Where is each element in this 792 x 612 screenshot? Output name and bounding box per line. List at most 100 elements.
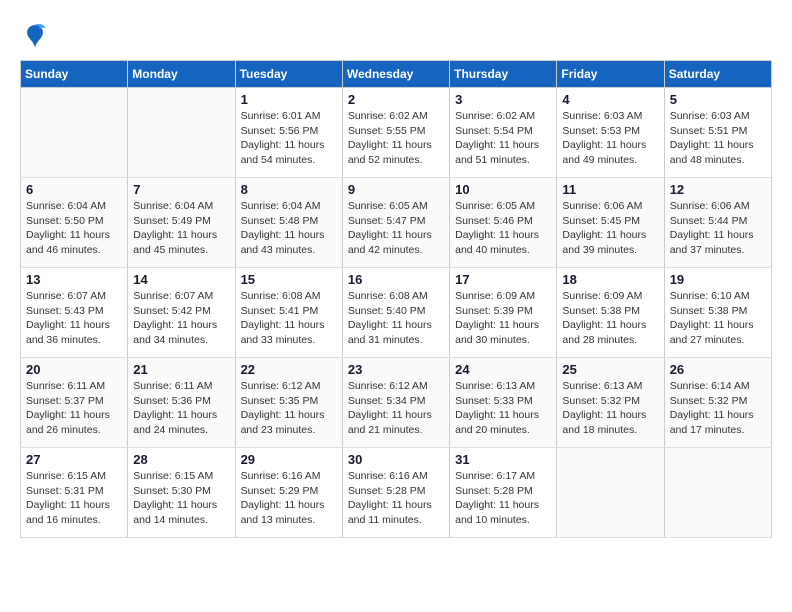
day-info: Sunrise: 6:11 AMSunset: 5:36 PMDaylight:… <box>133 379 229 438</box>
calendar-day: 23 Sunrise: 6:12 AMSunset: 5:34 PMDayligh… <box>342 358 449 448</box>
calendar-day: 31 Sunrise: 6:17 AMSunset: 5:28 PMDayligh… <box>450 448 557 538</box>
calendar-week-1: 6 Sunrise: 6:04 AMSunset: 5:50 PMDaylight… <box>21 178 772 268</box>
day-info: Sunrise: 6:05 AMSunset: 5:46 PMDaylight:… <box>455 199 551 258</box>
calendar-day: 17 Sunrise: 6:09 AMSunset: 5:39 PMDayligh… <box>450 268 557 358</box>
day-info: Sunrise: 6:14 AMSunset: 5:32 PMDaylight:… <box>670 379 766 438</box>
header-row: SundayMondayTuesdayWednesdayThursdayFrid… <box>21 61 772 88</box>
calendar-day: 14 Sunrise: 6:07 AMSunset: 5:42 PMDayligh… <box>128 268 235 358</box>
day-number: 11 <box>562 182 658 197</box>
calendar-day: 11 Sunrise: 6:06 AMSunset: 5:45 PMDayligh… <box>557 178 664 268</box>
day-number: 1 <box>241 92 337 107</box>
day-number: 4 <box>562 92 658 107</box>
day-number: 28 <box>133 452 229 467</box>
day-info: Sunrise: 6:08 AMSunset: 5:41 PMDaylight:… <box>241 289 337 348</box>
header-cell-monday: Monday <box>128 61 235 88</box>
day-info: Sunrise: 6:12 AMSunset: 5:35 PMDaylight:… <box>241 379 337 438</box>
day-number: 24 <box>455 362 551 377</box>
calendar-body: 1 Sunrise: 6:01 AMSunset: 5:56 PMDaylight… <box>21 88 772 538</box>
calendar-day: 20 Sunrise: 6:11 AMSunset: 5:37 PMDayligh… <box>21 358 128 448</box>
calendar-day: 3 Sunrise: 6:02 AMSunset: 5:54 PMDaylight… <box>450 88 557 178</box>
day-info: Sunrise: 6:15 AMSunset: 5:30 PMDaylight:… <box>133 469 229 528</box>
page-header <box>20 20 772 50</box>
calendar-day: 15 Sunrise: 6:08 AMSunset: 5:41 PMDayligh… <box>235 268 342 358</box>
day-number: 19 <box>670 272 766 287</box>
day-info: Sunrise: 6:09 AMSunset: 5:39 PMDaylight:… <box>455 289 551 348</box>
calendar-day: 25Sunrise: 6:13 AMSunset: 5:32 PMDayligh… <box>557 358 664 448</box>
calendar-day: 1 Sunrise: 6:01 AMSunset: 5:56 PMDaylight… <box>235 88 342 178</box>
day-info: Sunrise: 6:16 AMSunset: 5:29 PMDaylight:… <box>241 469 337 528</box>
day-info: Sunrise: 6:13 AMSunset: 5:33 PMDaylight:… <box>455 379 551 438</box>
day-number: 27 <box>26 452 122 467</box>
calendar-day: 19 Sunrise: 6:10 AMSunset: 5:38 PMDayligh… <box>664 268 771 358</box>
day-number: 14 <box>133 272 229 287</box>
calendar-day: 12Sunrise: 6:06 AMSunset: 5:44 PMDayligh… <box>664 178 771 268</box>
day-number: 3 <box>455 92 551 107</box>
logo <box>20 20 54 50</box>
day-number: 16 <box>348 272 444 287</box>
day-info: Sunrise: 6:15 AMSunset: 5:31 PMDaylight:… <box>26 469 122 528</box>
day-number: 6 <box>26 182 122 197</box>
day-number: 17 <box>455 272 551 287</box>
day-number: 10 <box>455 182 551 197</box>
day-info: Sunrise: 6:12 AMSunset: 5:34 PMDaylight:… <box>348 379 444 438</box>
calendar-day: 5 Sunrise: 6:03 AMSunset: 5:51 PMDaylight… <box>664 88 771 178</box>
day-info: Sunrise: 6:16 AMSunset: 5:28 PMDaylight:… <box>348 469 444 528</box>
day-info: Sunrise: 6:11 AMSunset: 5:37 PMDaylight:… <box>26 379 122 438</box>
day-info: Sunrise: 6:03 AMSunset: 5:53 PMDaylight:… <box>562 109 658 168</box>
calendar-table: SundayMondayTuesdayWednesdayThursdayFrid… <box>20 60 772 538</box>
day-info: Sunrise: 6:04 AMSunset: 5:50 PMDaylight:… <box>26 199 122 258</box>
day-number: 25 <box>562 362 658 377</box>
header-cell-friday: Friday <box>557 61 664 88</box>
calendar-day: 6 Sunrise: 6:04 AMSunset: 5:50 PMDaylight… <box>21 178 128 268</box>
day-number: 5 <box>670 92 766 107</box>
day-info: Sunrise: 6:10 AMSunset: 5:38 PMDaylight:… <box>670 289 766 348</box>
day-number: 20 <box>26 362 122 377</box>
header-cell-thursday: Thursday <box>450 61 557 88</box>
day-number: 31 <box>455 452 551 467</box>
day-number: 29 <box>241 452 337 467</box>
day-number: 7 <box>133 182 229 197</box>
day-info: Sunrise: 6:08 AMSunset: 5:40 PMDaylight:… <box>348 289 444 348</box>
calendar-day <box>557 448 664 538</box>
calendar-day: 26 Sunrise: 6:14 AMSunset: 5:32 PMDayligh… <box>664 358 771 448</box>
calendar-day: 29 Sunrise: 6:16 AMSunset: 5:29 PMDayligh… <box>235 448 342 538</box>
day-info: Sunrise: 6:02 AMSunset: 5:54 PMDaylight:… <box>455 109 551 168</box>
day-number: 13 <box>26 272 122 287</box>
header-cell-saturday: Saturday <box>664 61 771 88</box>
logo-icon <box>20 20 50 50</box>
day-info: Sunrise: 6:09 AMSunset: 5:38 PMDaylight:… <box>562 289 658 348</box>
day-info: Sunrise: 6:17 AMSunset: 5:28 PMDaylight:… <box>455 469 551 528</box>
calendar-week-3: 20 Sunrise: 6:11 AMSunset: 5:37 PMDayligh… <box>21 358 772 448</box>
calendar-week-0: 1 Sunrise: 6:01 AMSunset: 5:56 PMDaylight… <box>21 88 772 178</box>
day-info: Sunrise: 6:02 AMSunset: 5:55 PMDaylight:… <box>348 109 444 168</box>
calendar-day: 28 Sunrise: 6:15 AMSunset: 5:30 PMDayligh… <box>128 448 235 538</box>
day-info: Sunrise: 6:07 AMSunset: 5:43 PMDaylight:… <box>26 289 122 348</box>
day-number: 30 <box>348 452 444 467</box>
day-number: 26 <box>670 362 766 377</box>
day-number: 15 <box>241 272 337 287</box>
day-number: 9 <box>348 182 444 197</box>
day-number: 22 <box>241 362 337 377</box>
calendar-day <box>664 448 771 538</box>
calendar-day: 21Sunrise: 6:11 AMSunset: 5:36 PMDayligh… <box>128 358 235 448</box>
calendar-day: 30 Sunrise: 6:16 AMSunset: 5:28 PMDayligh… <box>342 448 449 538</box>
day-info: Sunrise: 6:06 AMSunset: 5:44 PMDaylight:… <box>670 199 766 258</box>
day-info: Sunrise: 6:04 AMSunset: 5:48 PMDaylight:… <box>241 199 337 258</box>
header-cell-sunday: Sunday <box>21 61 128 88</box>
day-number: 18 <box>562 272 658 287</box>
calendar-day <box>128 88 235 178</box>
day-info: Sunrise: 6:03 AMSunset: 5:51 PMDaylight:… <box>670 109 766 168</box>
header-cell-wednesday: Wednesday <box>342 61 449 88</box>
day-info: Sunrise: 6:05 AMSunset: 5:47 PMDaylight:… <box>348 199 444 258</box>
day-number: 23 <box>348 362 444 377</box>
calendar-day <box>21 88 128 178</box>
calendar-day: 2Sunrise: 6:02 AMSunset: 5:55 PMDaylight… <box>342 88 449 178</box>
day-info: Sunrise: 6:01 AMSunset: 5:56 PMDaylight:… <box>241 109 337 168</box>
calendar-day: 9 Sunrise: 6:05 AMSunset: 5:47 PMDaylight… <box>342 178 449 268</box>
calendar-day: 24 Sunrise: 6:13 AMSunset: 5:33 PMDayligh… <box>450 358 557 448</box>
calendar-week-2: 13 Sunrise: 6:07 AMSunset: 5:43 PMDayligh… <box>21 268 772 358</box>
day-info: Sunrise: 6:06 AMSunset: 5:45 PMDaylight:… <box>562 199 658 258</box>
day-info: Sunrise: 6:07 AMSunset: 5:42 PMDaylight:… <box>133 289 229 348</box>
calendar-day: 18 Sunrise: 6:09 AMSunset: 5:38 PMDayligh… <box>557 268 664 358</box>
calendar-week-4: 27 Sunrise: 6:15 AMSunset: 5:31 PMDayligh… <box>21 448 772 538</box>
